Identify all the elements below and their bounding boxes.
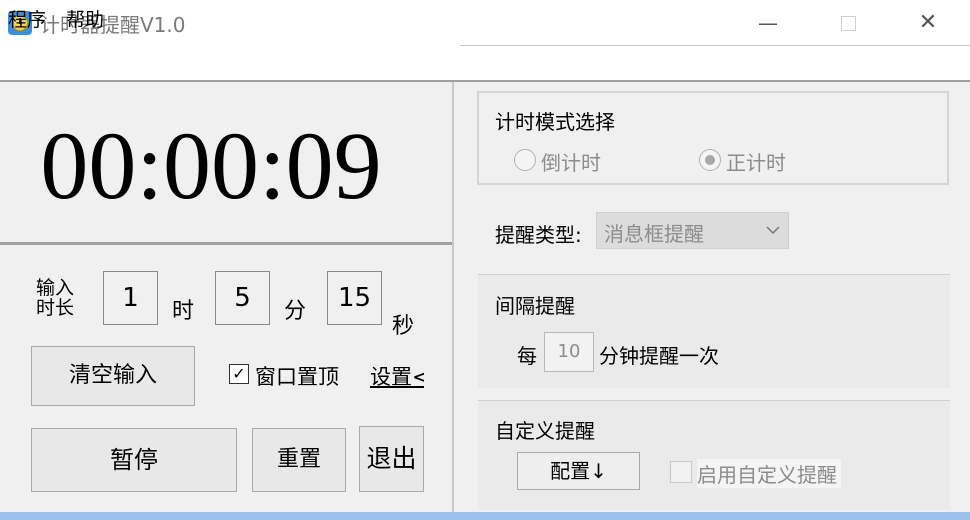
timing-mode-title: 计时模式选择 — [495, 110, 615, 134]
unit-second-label: 秒 — [392, 314, 415, 339]
menu-program[interactable]: 程序 — [8, 5, 46, 32]
enable-custom-reminder-checkbox[interactable] — [670, 461, 692, 483]
hours-input[interactable]: 1 — [103, 271, 158, 325]
interval-suffix-label: 分钟提醒一次 — [599, 344, 719, 368]
countdown-radio[interactable] — [514, 149, 536, 171]
clear-input-button[interactable]: 清空输入 — [31, 346, 195, 406]
minutes-input[interactable]: 5 — [215, 271, 270, 325]
custom-reminder-title: 自定义提醒 — [495, 419, 595, 443]
timer-display: 00:00:09 — [40, 112, 382, 219]
exit-button[interactable]: 退出 — [359, 426, 424, 492]
window-title: 计时器提醒V1.0 — [40, 13, 186, 37]
pause-button[interactable]: 暂停 — [31, 428, 237, 492]
maximize-button — [818, 0, 878, 46]
always-on-top-checkbox[interactable]: ✓ — [229, 364, 249, 384]
configure-button[interactable]: 配置↓ — [517, 452, 640, 490]
menu-bar — [0, 46, 970, 80]
reminder-type-value: 消息框提醒 — [604, 222, 704, 246]
countup-radio[interactable] — [699, 149, 721, 171]
radio-dot-icon — [705, 155, 715, 165]
countdown-label[interactable]: 倒计时 — [541, 147, 601, 176]
enable-custom-reminder-label[interactable]: 启用自定义提醒 — [697, 459, 841, 488]
reset-button[interactable]: 重置 — [252, 428, 346, 492]
minimize-button[interactable]: — — [738, 0, 798, 46]
interval-prefix-label: 每 — [517, 344, 537, 368]
unit-minute-label: 分 — [284, 299, 307, 324]
input-length-label: 输入时长 — [36, 277, 75, 319]
unit-hour-label: 时 — [172, 299, 195, 324]
divider — [0, 80, 970, 82]
interval-reminder-title: 间隔提醒 — [495, 294, 575, 318]
taskbar-strip — [0, 512, 970, 520]
settings-link[interactable]: 设置< — [370, 361, 424, 391]
countup-label[interactable]: 正计时 — [726, 147, 786, 176]
chevron-down-icon — [766, 226, 780, 235]
divider — [452, 82, 454, 512]
maximize-icon — [841, 16, 856, 31]
always-on-top-label[interactable]: 窗口置顶 — [255, 361, 339, 391]
menu-help[interactable]: 帮助 — [66, 5, 104, 32]
divider — [0, 242, 453, 245]
interval-minutes-input[interactable]: 10 — [544, 332, 594, 372]
seconds-input[interactable]: 15 — [327, 271, 382, 325]
reminder-type-label: 提醒类型: — [495, 223, 582, 247]
close-button[interactable]: ✕ — [898, 0, 958, 46]
